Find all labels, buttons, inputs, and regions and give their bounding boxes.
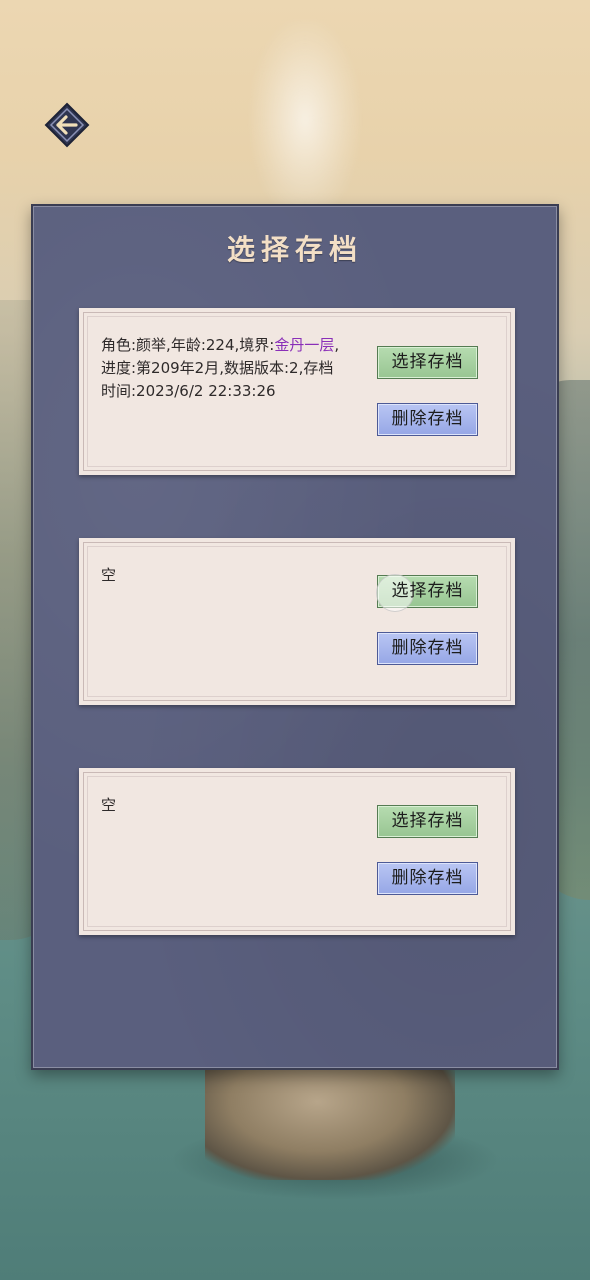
select-save-button[interactable]: 选择存档 [377,805,478,838]
delete-save-button[interactable]: 删除存档 [377,862,478,895]
arrow-left-icon [44,102,90,148]
back-button[interactable] [44,102,90,148]
select-save-label: 选择存档 [391,581,464,601]
select-save-button[interactable]: 选择存档 [376,574,478,612]
save-slot-empty-label: 空 [101,796,117,814]
save-slot-empty-label: 空 [101,566,117,584]
save-select-panel: 选择存档 角色:颜举,年龄:224,境界:金丹一层,进度:第209年2月,数据版… [31,204,559,1070]
realm-text: 金丹一层 [274,336,335,354]
delete-save-button[interactable]: 删除存档 [377,403,478,436]
save-slot-1: 角色:颜举,年龄:224,境界:金丹一层,进度:第209年2月,数据版本:2,存… [79,308,515,475]
save-slot-info: 角色:颜举,年龄:224,境界:金丹一层,进度:第209年2月,数据版本:2,存… [101,334,341,403]
save-info-prefix: 角色:颜举,年龄:224,境界: [101,336,275,354]
save-slot-2: 空 选择存档 删除存档 [79,538,515,705]
mist-decoration [250,20,360,220]
save-slot-3: 空 选择存档 删除存档 [79,768,515,935]
delete-save-button[interactable]: 删除存档 [377,632,478,665]
panel-title: 选择存档 [226,233,363,266]
select-save-button[interactable]: 选择存档 [377,346,478,379]
